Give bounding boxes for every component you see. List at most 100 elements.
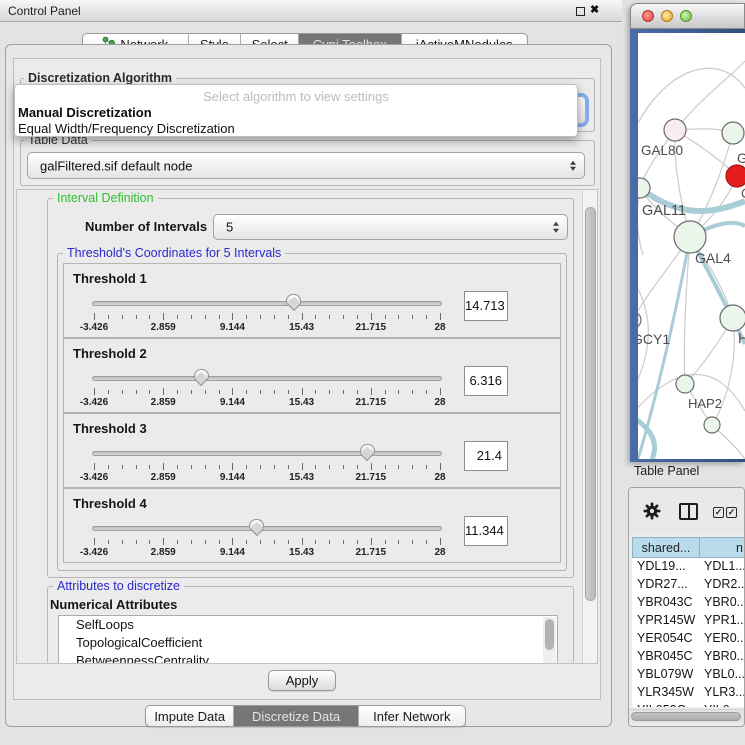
slider-track[interactable]: [92, 451, 442, 456]
column-header-shared-name[interactable]: shared...: [632, 537, 699, 558]
svg-text:H: H: [738, 330, 745, 346]
tick-label: 9.144: [220, 547, 245, 558]
slider-track[interactable]: [92, 376, 442, 381]
table-cell[interactable]: YDL1...: [699, 558, 745, 576]
network-canvas[interactable]: GAL80 GA C GAL11 GAL4 GCY1 H HAP2: [638, 33, 745, 459]
tick-mark: [288, 540, 289, 544]
column-header-name[interactable]: n: [699, 537, 745, 558]
node-attribute-table[interactable]: shared... n YDL19...YDL1...YDR27...YDR2.…: [632, 537, 745, 558]
popup-option-manual-discretization[interactable]: Manual Discretization: [18, 105, 152, 120]
table-cell[interactable]: YDL19...: [632, 558, 699, 576]
table-row[interactable]: YER054CYER0...: [632, 630, 745, 648]
table-row[interactable]: YBR043CYBR0...: [632, 594, 745, 612]
table-cell[interactable]: YPR1...: [699, 612, 745, 630]
table-cell[interactable]: YBR0...: [699, 594, 745, 612]
tick-mark: [426, 315, 427, 319]
tick-mark: [426, 540, 427, 544]
slider-thumb[interactable]: [249, 519, 264, 530]
table-row[interactable]: YIL052CYIL0...: [632, 702, 745, 707]
threshold-value-field[interactable]: 11.344: [464, 516, 508, 546]
table-data-combobox[interactable]: galFiltered.sif default node: [27, 152, 585, 179]
gear-icon[interactable]: [643, 502, 661, 525]
threshold-slider[interactable]: -3.4262.8599.14415.4321.71528: [92, 369, 444, 413]
threshold-label: Threshold 1: [73, 271, 147, 286]
table-cell[interactable]: YBL0...: [699, 666, 745, 684]
checkbox-icon[interactable]: ✓: [713, 507, 724, 518]
slider-tick-labels: -3.4262.8599.14415.4321.71528: [94, 397, 440, 409]
tick-mark: [122, 540, 123, 544]
tick-mark: [108, 390, 109, 394]
tab-discretize-data[interactable]: Discretize Data: [234, 706, 358, 726]
threshold-value-field[interactable]: 14.713: [464, 291, 508, 321]
tick-mark: [232, 388, 233, 395]
table-cell[interactable]: YDR2...: [699, 576, 745, 594]
table-row[interactable]: YBR045CYBR0...: [632, 648, 745, 666]
attribute-list-item[interactable]: SelfLoops: [59, 616, 557, 634]
table-rows[interactable]: YDL19...YDL1...YDR27...YDR2...YBR043CYBR…: [632, 558, 745, 707]
table-cell[interactable]: YBR045C: [632, 648, 699, 666]
table-cell[interactable]: YBL079W: [632, 666, 699, 684]
table-cell[interactable]: YER0...: [699, 630, 745, 648]
apply-button[interactable]: Apply: [268, 670, 336, 691]
table-row[interactable]: YBL079WYBL0...: [632, 666, 745, 684]
tick-mark: [412, 390, 413, 394]
table-hscrollbar[interactable]: [629, 709, 744, 723]
numerical-attributes-list[interactable]: SelfLoopsTopologicalCoefficientBetweenne…: [58, 615, 558, 664]
list-scrollbar[interactable]: [543, 617, 556, 664]
float-panel-icon[interactable]: [576, 7, 585, 16]
table-cell[interactable]: YIL052C: [632, 702, 699, 707]
table-cell[interactable]: YLR345W: [632, 684, 699, 702]
tick-mark: [274, 540, 275, 544]
tick-mark: [329, 465, 330, 469]
table-row[interactable]: YDL19...YDL1...: [632, 558, 745, 576]
zoom-window-icon[interactable]: [680, 10, 692, 22]
slider-track[interactable]: [92, 301, 442, 306]
scrollbar-thumb[interactable]: [585, 207, 596, 601]
table-cell[interactable]: YDR27...: [632, 576, 699, 594]
table-row[interactable]: YDR27...YDR2...: [632, 576, 745, 594]
threshold-slider[interactable]: -3.4262.8599.14415.4321.71528: [92, 519, 444, 563]
threshold-value-field[interactable]: 6.316: [464, 366, 508, 396]
table-cell[interactable]: YLR3...: [699, 684, 745, 702]
tab-impute-data[interactable]: Impute Data: [146, 706, 234, 726]
tick-label: 15.43: [289, 397, 314, 408]
threshold-slider[interactable]: -3.4262.8599.14415.4321.71528: [92, 444, 444, 488]
tab-infer-network[interactable]: Infer Network: [359, 706, 465, 726]
slider-thumb[interactable]: [360, 444, 375, 455]
table-panel: ✓ ✓ shared... n YDL19...YDL1...YDR27...Y…: [628, 487, 745, 727]
table-cell[interactable]: YBR0...: [699, 648, 745, 666]
network-nodes[interactable]: [638, 119, 745, 433]
tick-mark: [163, 313, 164, 320]
threshold-value-field[interactable]: 21.4: [464, 441, 508, 471]
settings-scrollbar[interactable]: [582, 190, 598, 664]
table-row[interactable]: YPR145WYPR1...: [632, 612, 745, 630]
slider-track[interactable]: [92, 526, 442, 531]
attributes-group-label: Attributes to discretize: [53, 579, 184, 593]
table-row[interactable]: YLR345WYLR3...: [632, 684, 745, 702]
number-of-intervals-combobox[interactable]: 5: [213, 214, 568, 240]
threshold-slider[interactable]: -3.4262.8599.14415.4321.71528: [92, 294, 444, 338]
close-panel-icon[interactable]: ✖: [590, 3, 599, 16]
attribute-list-item[interactable]: TopologicalCoefficient: [59, 634, 557, 652]
svg-text:GAL4: GAL4: [695, 250, 731, 266]
slider-thumb[interactable]: [194, 369, 209, 380]
tick-mark: [315, 390, 316, 394]
minimize-window-icon[interactable]: [661, 10, 673, 22]
close-window-icon[interactable]: [642, 10, 654, 22]
table-cell[interactable]: YER054C: [632, 630, 699, 648]
table-cell[interactable]: YBR043C: [632, 594, 699, 612]
node-hap2: [676, 375, 694, 393]
checkbox-icon[interactable]: ✓: [726, 507, 737, 518]
threshold-label: Threshold 2: [73, 346, 147, 361]
attribute-list-item[interactable]: BetweennessCentrality: [59, 652, 557, 664]
popup-option-equal-width-frequency[interactable]: Equal Width/Frequency Discretization: [18, 121, 235, 136]
table-cell[interactable]: YPR145W: [632, 612, 699, 630]
table-cell[interactable]: YIL0...: [699, 702, 745, 707]
hscrollbar-thumb[interactable]: [631, 712, 741, 721]
tick-mark: [205, 315, 206, 319]
network-window-titlebar[interactable]: [630, 3, 745, 29]
slider-thumb[interactable]: [286, 294, 301, 305]
tick-mark: [343, 465, 344, 469]
split-panel-icon[interactable]: [679, 503, 698, 520]
tick-mark: [440, 463, 441, 470]
